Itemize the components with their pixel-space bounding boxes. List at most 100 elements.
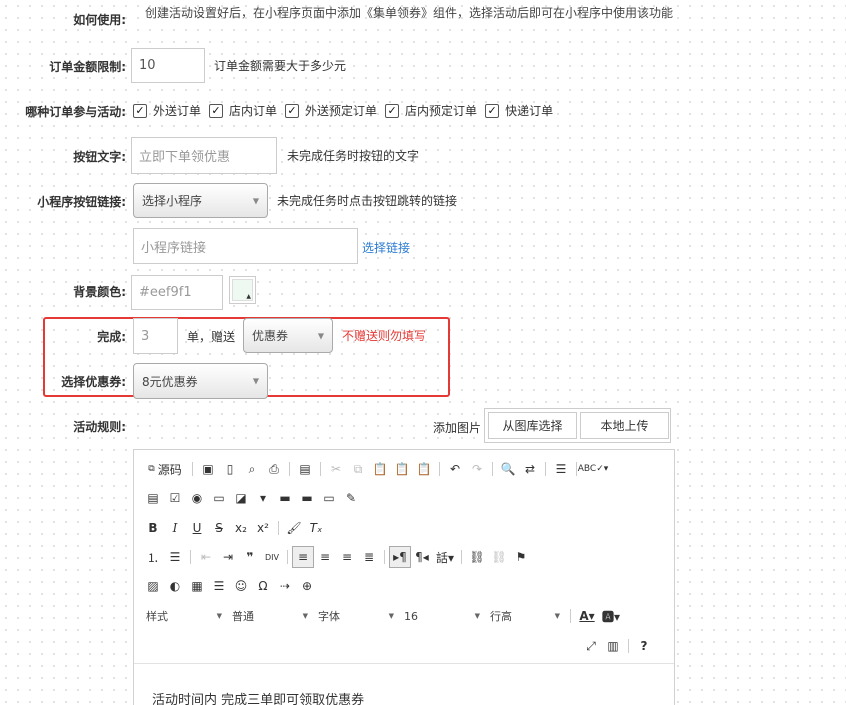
smiley-icon[interactable]: ☺ — [230, 575, 252, 597]
remove-format-icon[interactable]: Tₓ — [305, 517, 327, 539]
flash-icon[interactable]: ◐ — [164, 575, 186, 597]
redo-icon[interactable]: ↷ — [466, 458, 488, 480]
copy-icon[interactable]: ⧉ — [347, 458, 369, 480]
checkbox-checked-icon[interactable]: ✓ — [133, 103, 147, 118]
checkbox-icon[interactable]: ☑ — [164, 487, 186, 509]
spellcheck-icon[interactable]: ABC✓▾ — [578, 458, 609, 480]
local-upload-button[interactable]: 本地上传 — [580, 412, 669, 439]
gift-type-select[interactable]: 优惠券 ▼ — [243, 318, 333, 353]
paste-word-icon[interactable]: 📋 — [413, 458, 435, 480]
color-picker-button[interactable]: ▲ — [229, 276, 256, 304]
checkbox-checked-icon[interactable]: ✓ — [285, 103, 300, 118]
help-icon[interactable]: ? — [633, 635, 655, 657]
format-combo[interactable]: 普通 ▼ — [228, 606, 312, 626]
bg-color-icon[interactable]: 🅰▾ — [599, 605, 623, 627]
edit-icon[interactable]: ✎ — [340, 487, 362, 509]
order-type-delivery[interactable]: ✓ 外送订单 — [133, 102, 201, 119]
justify-icon[interactable]: ≣ — [358, 546, 380, 568]
order-type-delivery-reserve[interactable]: ✓ 外送预定订单 — [285, 102, 377, 119]
print-icon[interactable]: ⎙ — [263, 458, 285, 480]
order-type-dinein-reserve[interactable]: ✓ 店内预定订单 — [385, 102, 477, 119]
complete-count-input[interactable]: 3 — [133, 318, 178, 354]
page-break-icon[interactable]: ⇢ — [274, 575, 296, 597]
anchor-icon[interactable]: ⚑ — [510, 546, 532, 568]
table-icon[interactable]: ▦ — [186, 575, 208, 597]
undo-icon[interactable]: ↶ — [444, 458, 466, 480]
align-center-icon[interactable]: ≡ — [314, 546, 336, 568]
blockquote-icon[interactable]: ❞ — [239, 546, 261, 568]
italic-icon[interactable]: I — [164, 517, 186, 539]
link-icon[interactable]: ⛓ — [466, 546, 488, 568]
radio-icon[interactable]: ◉ — [186, 487, 208, 509]
copy-format-icon[interactable]: 🖌 — [283, 517, 305, 539]
bg-color-input[interactable]: #eef9f1 — [131, 275, 223, 310]
div-icon[interactable]: DIV — [261, 546, 283, 568]
strikethrough-icon[interactable]: S — [208, 517, 230, 539]
order-type-dinein[interactable]: ✓ 店内订单 — [209, 102, 277, 119]
checkbox-checked-icon[interactable]: ✓ — [385, 103, 400, 118]
underline-icon[interactable]: U — [186, 517, 208, 539]
iframe-icon[interactable]: ⊕ — [296, 575, 318, 597]
line-height-combo[interactable]: 行高 ▼ — [486, 606, 564, 626]
find-icon[interactable]: 🔍 — [497, 458, 519, 480]
complete-warning: 不赠送则勿填写 — [342, 329, 427, 343]
image-button-icon[interactable]: ▬ — [296, 487, 318, 509]
font-combo[interactable]: 字体 ▼ — [314, 606, 398, 626]
image-icon[interactable]: ▨ — [142, 575, 164, 597]
mini-link-input[interactable]: 小程序链接 — [133, 228, 358, 264]
select-field-icon[interactable]: ▾ — [252, 487, 274, 509]
align-right-icon[interactable]: ≡ — [336, 546, 358, 568]
order-types-label: 哪种订单参与活动: — [25, 105, 126, 119]
rtl-icon[interactable]: ¶◂ — [411, 546, 433, 568]
coupon-select[interactable]: 8元优惠券 ▼ — [133, 363, 268, 399]
replace-icon[interactable]: ⇄ — [519, 458, 541, 480]
mini-program-select[interactable]: 选择小程序 ▼ — [133, 183, 268, 218]
subscript-icon[interactable]: x₂ — [230, 517, 252, 539]
textarea-icon[interactable]: ◪ — [230, 487, 252, 509]
outdent-icon[interactable]: ⇤ — [195, 546, 217, 568]
select-all-icon[interactable]: ☰ — [550, 458, 572, 480]
superscript-icon[interactable]: x² — [252, 517, 274, 539]
horizontal-line-icon[interactable]: ☰ — [208, 575, 230, 597]
order-limit-input[interactable]: 10 — [131, 48, 205, 83]
maximize-icon[interactable]: ⤢ — [580, 635, 602, 657]
show-blocks-icon[interactable]: ▥ — [602, 635, 624, 657]
style-combo[interactable]: 样式 ▼ — [142, 606, 226, 626]
checkbox-checked-icon[interactable]: ✓ — [209, 103, 224, 118]
button-field-icon[interactable]: ▬ — [274, 487, 296, 509]
text-color-icon[interactable]: A▾ — [575, 605, 599, 627]
unlink-icon[interactable]: ⛓ — [488, 546, 510, 568]
choose-link-button[interactable]: 选择链接 — [362, 239, 410, 256]
bold-icon[interactable]: B — [142, 517, 164, 539]
special-char-icon[interactable]: Ω — [252, 575, 274, 597]
from-library-button[interactable]: 从图库选择 — [488, 412, 577, 439]
order-type-express[interactable]: ✓ 快递订单 — [485, 102, 553, 119]
button-text-input[interactable]: 立即下单领优惠 — [131, 137, 277, 174]
cut-icon[interactable]: ✂ — [325, 458, 347, 480]
numbered-list-icon[interactable]: ⒈ — [142, 546, 164, 568]
editor-content[interactable]: 活动时间内 完成三单即可领取优惠券 — [134, 663, 674, 705]
mini-link-label: 小程序按钮链接: — [37, 195, 126, 209]
source-button[interactable]: ⧉ 源码 — [142, 458, 188, 480]
ltr-icon[interactable]: ▸¶ — [389, 546, 411, 568]
form-icon[interactable]: ▤ — [142, 487, 164, 509]
size-combo[interactable]: 16 ▼ — [400, 606, 484, 626]
checkbox-checked-icon[interactable]: ✓ — [485, 103, 500, 118]
dropdown-arrow-icon: ▼ — [252, 376, 259, 386]
dropdown-arrow-icon: ▼ — [302, 612, 308, 620]
templates-icon[interactable]: ▤ — [294, 458, 316, 480]
bulleted-list-icon[interactable]: ☰ — [164, 546, 186, 568]
paste-text-icon[interactable]: 📋 — [391, 458, 413, 480]
how-to-use-label: 如何使用: — [73, 13, 126, 27]
language-icon[interactable]: 話▾ — [433, 546, 457, 568]
preview-icon[interactable]: ⌕ — [241, 458, 263, 480]
textfield-icon[interactable]: ▭ — [208, 487, 230, 509]
save-icon[interactable]: ▣ — [197, 458, 219, 480]
indent-icon[interactable]: ⇥ — [217, 546, 239, 568]
coupon-label: 选择优惠券: — [61, 375, 126, 389]
align-left-icon[interactable]: ≡ — [292, 546, 314, 568]
how-to-use-text: 创建活动设置好后，在小程序页面中添加《集单领券》组件，选择活动后即可在小程序中使… — [145, 6, 674, 20]
new-page-icon[interactable]: ▯ — [219, 458, 241, 480]
hidden-field-icon[interactable]: ▭ — [318, 487, 340, 509]
paste-icon[interactable]: 📋 — [369, 458, 391, 480]
